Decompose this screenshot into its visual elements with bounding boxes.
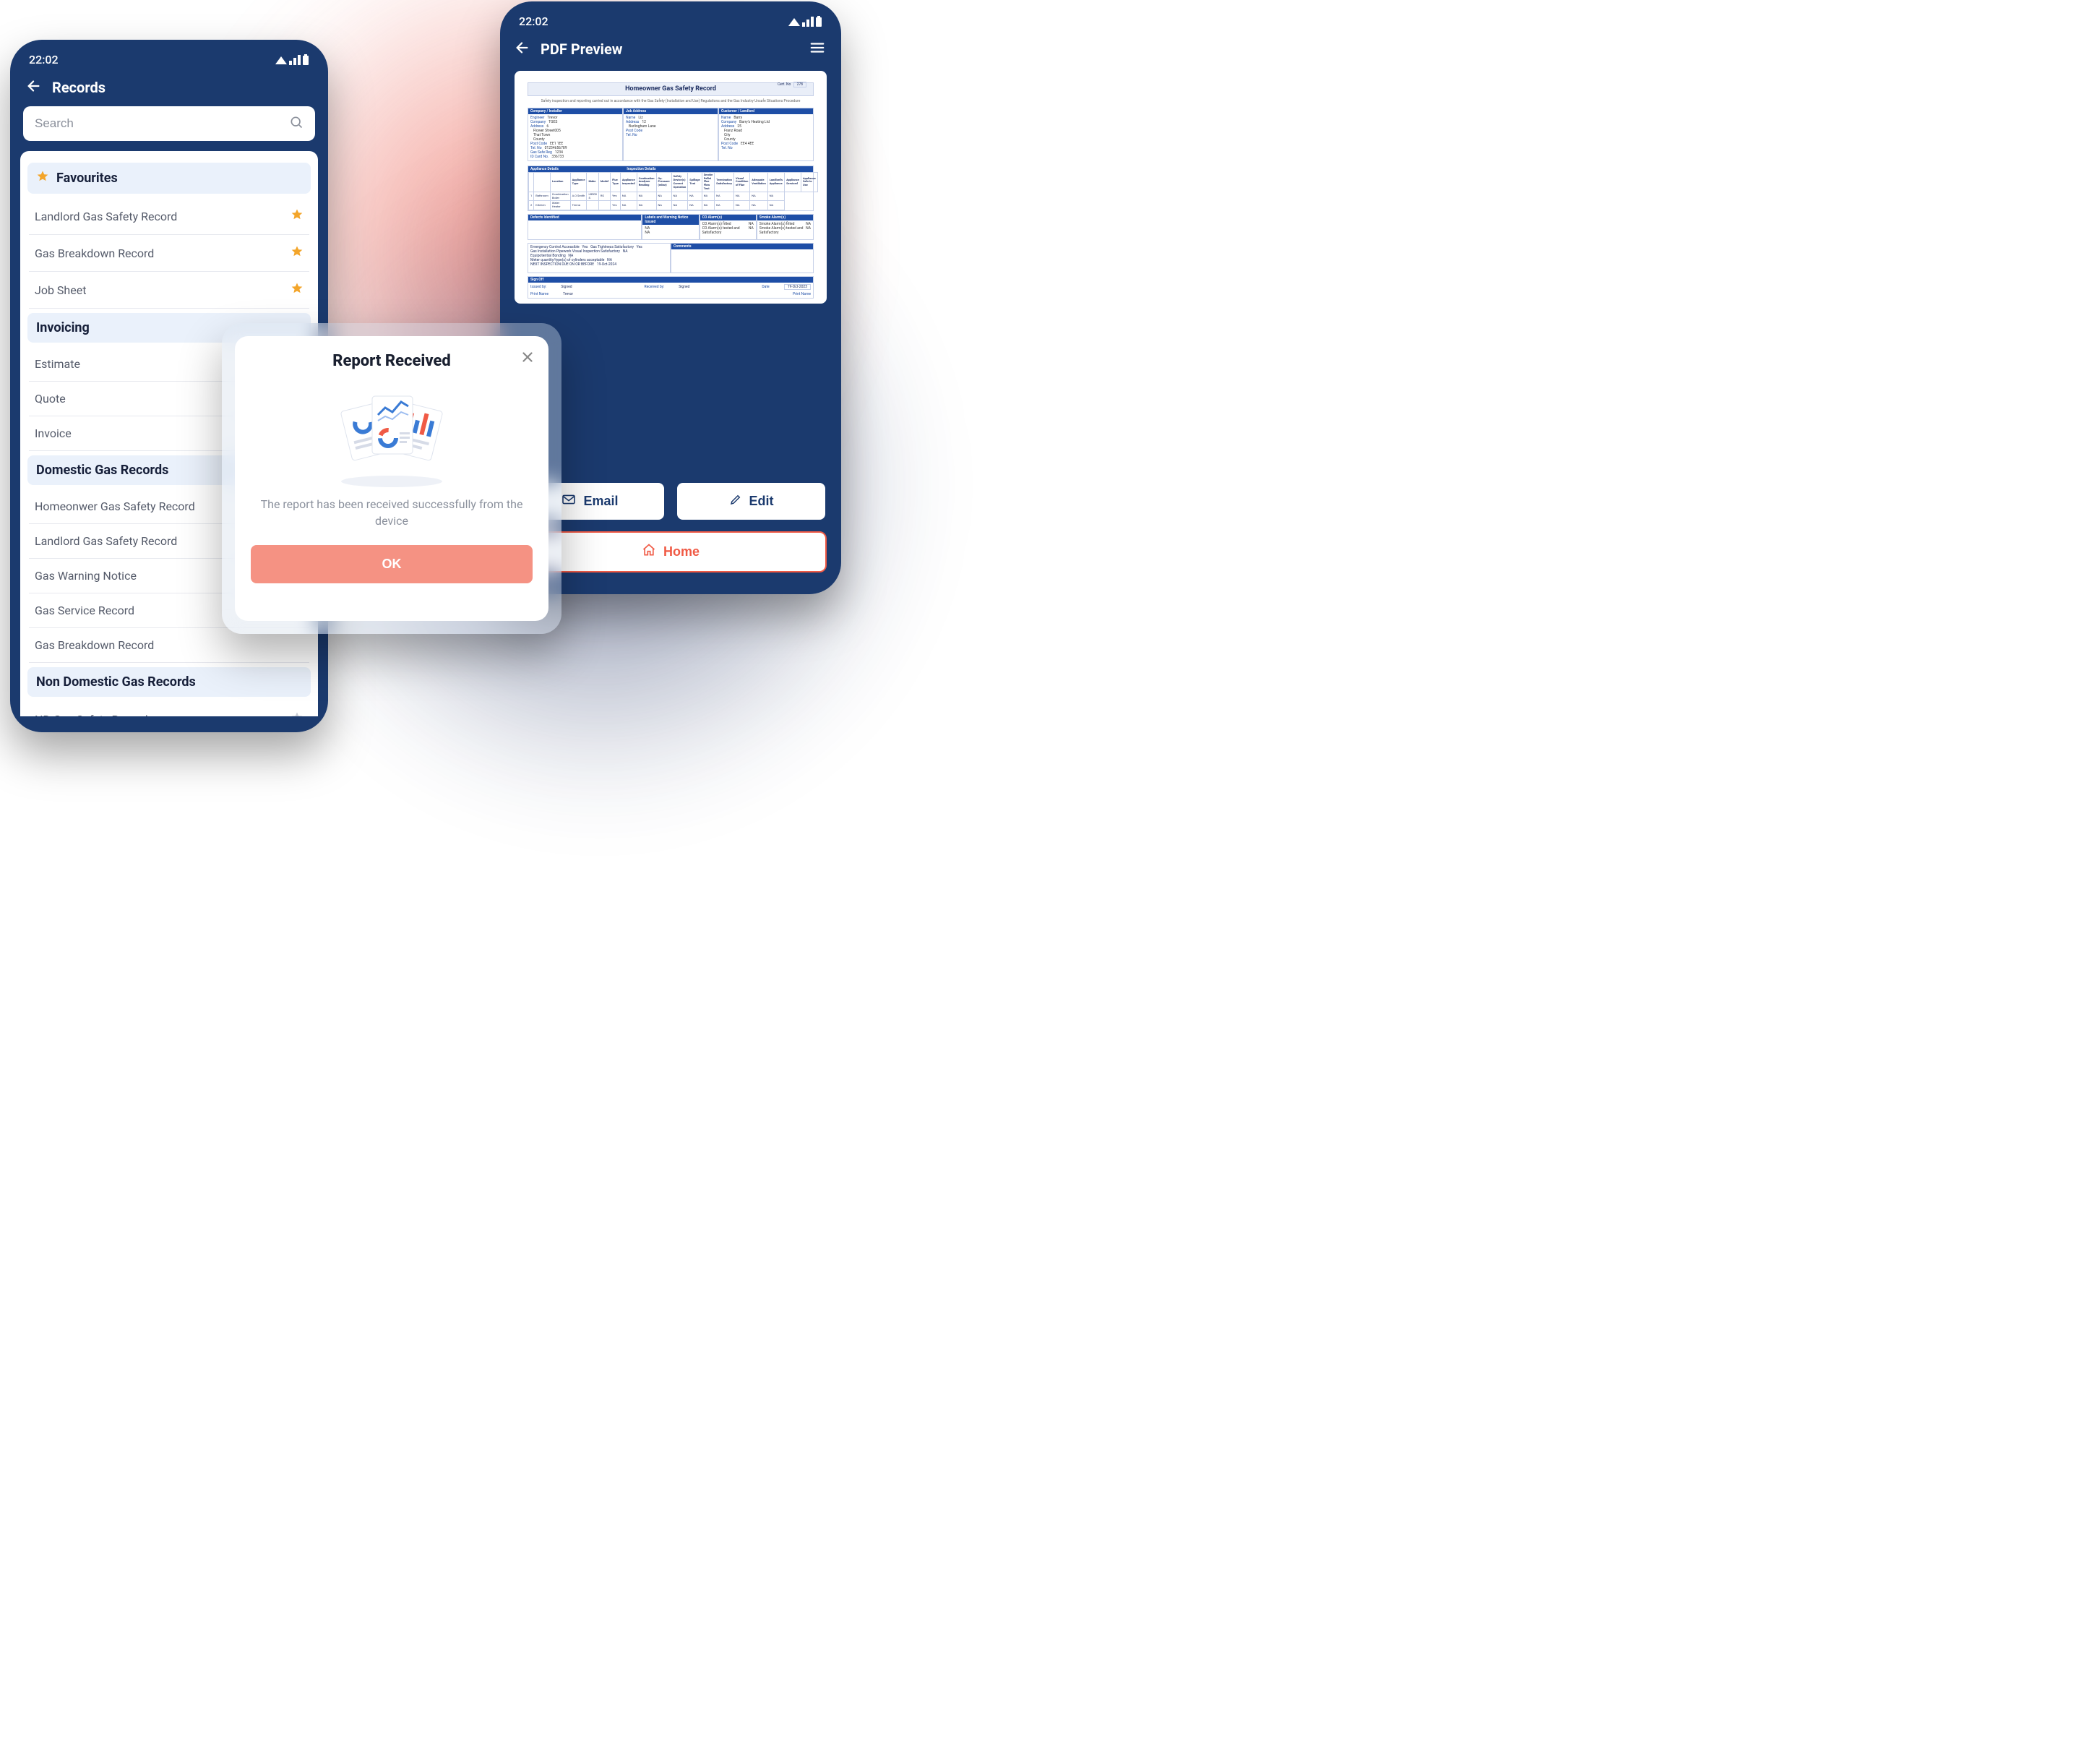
button-label: Home — [663, 544, 700, 559]
doc-mid: Defects Identified Labels and Warning No… — [528, 214, 814, 240]
search-box — [23, 106, 315, 141]
section-title: Non Domestic Gas Records — [36, 674, 196, 690]
item-label: Job Sheet — [35, 283, 86, 297]
list-item[interactable]: Gas Breakdown Record — [29, 235, 309, 272]
pencil-icon — [729, 493, 742, 510]
close-icon[interactable] — [520, 349, 535, 368]
doc-subtitle: Safety inspection and reporting carried … — [528, 99, 814, 103]
page-title: Records — [52, 79, 106, 96]
doc-appliance-table: Appliance Details Inspection Details Loc… — [528, 166, 814, 211]
item-label: Landlord Gas Safety Record — [35, 210, 177, 223]
item-label: Quote — [35, 392, 66, 406]
star-icon — [36, 170, 49, 186]
doc-cert: Cert. No 278 — [778, 82, 806, 87]
status-bar: 22:02 — [10, 40, 328, 74]
modal-body: The report has been received successfull… — [251, 496, 533, 529]
mail-icon — [561, 494, 576, 509]
search-wrap — [10, 106, 328, 151]
star-icon[interactable] — [291, 245, 304, 261]
menu-button[interactable] — [808, 40, 827, 58]
status-bar: 22:02 — [500, 1, 841, 35]
section-head-nondomestic: Non Domestic Gas Records — [27, 667, 311, 697]
star-icon[interactable] — [291, 282, 304, 298]
item-label: Gas Service Record — [35, 604, 134, 617]
doc-title: Homeowner Gas Safety Record — [528, 82, 814, 96]
back-button[interactable] — [515, 40, 530, 58]
list-item[interactable]: ND Gas Safety Record — [29, 701, 309, 716]
search-input[interactable] — [35, 116, 289, 131]
item-label: Landlord Gas Safety Record — [35, 534, 177, 548]
section-head-favourites: Favourites — [27, 163, 311, 194]
doc-signoff: Sign Off Issued by: Signed Received by: … — [528, 276, 814, 299]
section-title: Invoicing — [36, 320, 90, 335]
item-label: Gas Breakdown Record — [35, 638, 154, 652]
item-label: Homeonwer Gas Safety Record — [35, 499, 195, 513]
search-icon — [289, 115, 304, 132]
status-icons — [788, 16, 822, 27]
page-title: PDF Preview — [541, 40, 622, 58]
list-item[interactable]: Job Sheet — [29, 272, 309, 309]
button-label: Edit — [749, 494, 774, 509]
button-label: Email — [583, 494, 618, 509]
ok-button[interactable]: OK — [251, 545, 533, 583]
star-icon[interactable] — [291, 711, 304, 716]
report-received-modal: Report Received — [222, 323, 561, 634]
status-time: 22:02 — [519, 14, 548, 28]
item-label: Gas Breakdown Record — [35, 246, 154, 260]
section-title: Domestic Gas Records — [36, 463, 168, 478]
preview-header: PDF Preview — [500, 35, 841, 67]
edit-button[interactable]: Edit — [676, 481, 827, 521]
back-button[interactable] — [26, 78, 42, 96]
section-title: Favourites — [56, 171, 118, 186]
item-label: Estimate — [35, 357, 80, 371]
item-label: ND Gas Safety Record — [35, 713, 148, 717]
doc-check-comments: Emergency Control Accessible Yes Gas Tig… — [528, 243, 814, 273]
reports-illustration-icon — [323, 380, 460, 489]
modal-title: Report Received — [332, 352, 451, 370]
doc-top-grid: Company / Installer EngineerTrevor Compa… — [528, 108, 814, 161]
item-label: Gas Warning Notice — [35, 569, 137, 583]
item-label: Invoice — [35, 426, 72, 440]
status-icons — [275, 54, 309, 66]
pdf-preview[interactable]: Cert. No 278 Homeowner Gas Safety Record… — [515, 71, 827, 304]
star-icon[interactable] — [291, 208, 304, 224]
home-icon — [642, 543, 656, 561]
records-header: Records — [10, 74, 328, 106]
list-item[interactable]: Landlord Gas Safety Record — [29, 198, 309, 235]
status-time: 22:02 — [29, 53, 59, 67]
